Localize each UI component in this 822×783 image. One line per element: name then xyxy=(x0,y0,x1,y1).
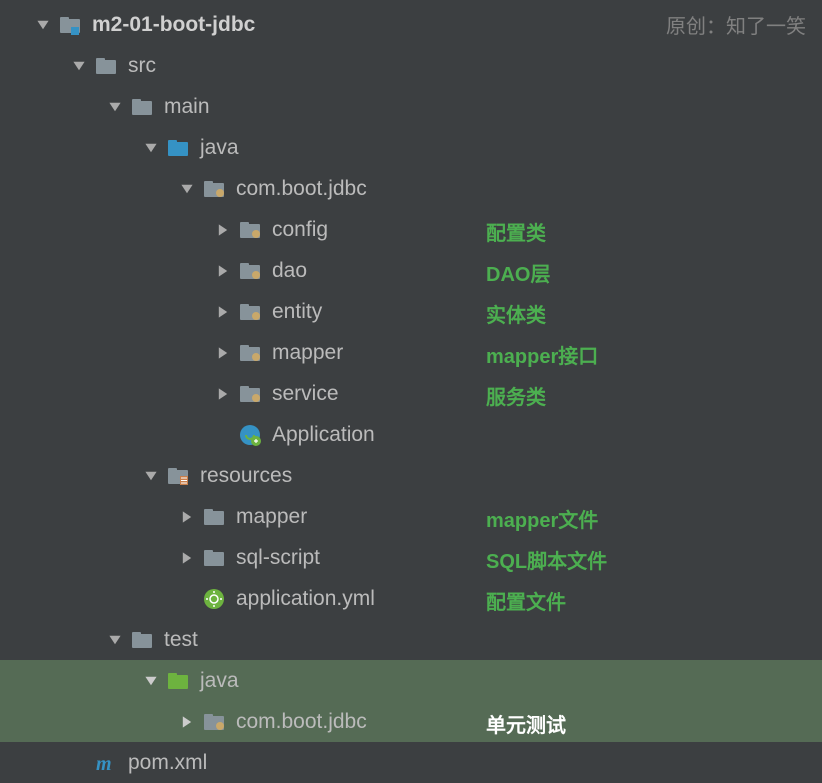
annotation-entity: 实体类 xyxy=(486,299,546,328)
chevron-right-icon[interactable] xyxy=(178,508,196,526)
tree-label: dao xyxy=(272,259,307,283)
tree-label: service xyxy=(272,382,339,406)
tree-node-entity[interactable]: entity xyxy=(0,291,822,332)
project-tree-panel: 原创：知了一笑 m2-01-boot-jdbc src xyxy=(0,0,822,783)
tree-node-test-java[interactable]: java xyxy=(0,660,822,701)
chevron-right-icon[interactable] xyxy=(214,303,232,321)
tree-node-mapper-dir[interactable]: mapper xyxy=(0,496,822,537)
maven-pom-icon: m xyxy=(94,751,118,775)
package-icon xyxy=(238,382,262,406)
package-icon xyxy=(238,341,262,365)
tree-node-resources[interactable]: resources xyxy=(0,455,822,496)
tree-label: src xyxy=(128,54,156,78)
tree-label: java xyxy=(200,136,239,160)
tree-node-mapper-pkg[interactable]: mapper xyxy=(0,332,822,373)
tree-node-dao[interactable]: dao xyxy=(0,250,822,291)
tree-label: config xyxy=(272,218,328,242)
tree-label: mapper xyxy=(272,341,343,365)
chevron-down-icon[interactable] xyxy=(142,139,160,157)
tree-label: com.boot.jdbc xyxy=(236,177,367,201)
annotation-test-pkg: 单元测试 xyxy=(486,709,566,738)
package-icon xyxy=(238,259,262,283)
tree-label: resources xyxy=(200,464,292,488)
package-icon xyxy=(238,218,262,242)
tree-label: entity xyxy=(272,300,322,324)
chevron-down-icon[interactable] xyxy=(34,16,52,34)
svg-text:m: m xyxy=(96,753,112,775)
tree-label: pom.xml xyxy=(128,751,207,775)
chevron-down-icon[interactable] xyxy=(106,98,124,116)
source-folder-icon xyxy=(166,136,190,160)
tree-label: application.yml xyxy=(236,587,375,611)
tree-node-application[interactable]: Application xyxy=(0,414,822,455)
package-icon xyxy=(238,300,262,324)
folder-icon xyxy=(94,54,118,78)
chevron-down-icon[interactable] xyxy=(142,467,160,485)
tree-node-pom[interactable]: m pom.xml xyxy=(0,742,822,783)
module-folder-icon xyxy=(58,13,82,37)
chevron-down-icon[interactable] xyxy=(142,672,160,690)
tree-node-config[interactable]: config xyxy=(0,209,822,250)
chevron-right-icon[interactable] xyxy=(214,385,232,403)
tree-node-java[interactable]: java xyxy=(0,127,822,168)
tree-node-appyml[interactable]: application.yml xyxy=(0,578,822,619)
tree-node-src[interactable]: src xyxy=(0,45,822,86)
tree-node-test[interactable]: test xyxy=(0,619,822,660)
folder-icon xyxy=(130,95,154,119)
tree-label: test xyxy=(164,628,198,652)
tree-label: sql-script xyxy=(236,546,320,570)
tree-node-package[interactable]: com.boot.jdbc xyxy=(0,168,822,209)
tree-label: main xyxy=(164,95,210,119)
annotation-dao: DAO层 xyxy=(486,258,550,287)
package-icon xyxy=(202,710,226,734)
tree-label: com.boot.jdbc xyxy=(236,710,367,734)
test-source-folder-icon xyxy=(166,669,190,693)
tree-node-service[interactable]: service xyxy=(0,373,822,414)
chevron-down-icon[interactable] xyxy=(70,57,88,75)
folder-icon xyxy=(202,505,226,529)
package-icon xyxy=(202,177,226,201)
chevron-right-icon[interactable] xyxy=(178,713,196,731)
tree-node-sqlscript[interactable]: sql-script xyxy=(0,537,822,578)
tree-label: Application xyxy=(272,423,375,447)
chevron-right-icon[interactable] xyxy=(214,221,232,239)
annotation-sqlscript: SQL脚本文件 xyxy=(486,545,607,574)
chevron-down-icon[interactable] xyxy=(106,631,124,649)
chevron-right-icon[interactable] xyxy=(214,262,232,280)
folder-icon xyxy=(130,628,154,652)
chevron-right-icon[interactable] xyxy=(178,549,196,567)
tree-label: mapper xyxy=(236,505,307,529)
tree-label: m2-01-boot-jdbc xyxy=(92,13,255,37)
tree-node-main[interactable]: main xyxy=(0,86,822,127)
annotation-mapper-dir: mapper文件 xyxy=(486,504,598,533)
watermark-text: 原创：知了一笑 xyxy=(666,10,806,39)
folder-icon xyxy=(202,546,226,570)
chevron-right-icon[interactable] xyxy=(214,344,232,362)
resources-folder-icon xyxy=(166,464,190,488)
annotation-config: 配置类 xyxy=(486,217,546,246)
tree-label: java xyxy=(200,669,239,693)
spring-config-file-icon xyxy=(202,587,226,611)
annotation-service: 服务类 xyxy=(486,381,546,410)
annotation-appyml: 配置文件 xyxy=(486,586,566,615)
chevron-down-icon[interactable] xyxy=(178,180,196,198)
spring-boot-class-icon xyxy=(238,423,262,447)
tree-node-test-package[interactable]: com.boot.jdbc xyxy=(0,701,822,742)
annotation-mapper-pkg: mapper接口 xyxy=(486,340,598,369)
